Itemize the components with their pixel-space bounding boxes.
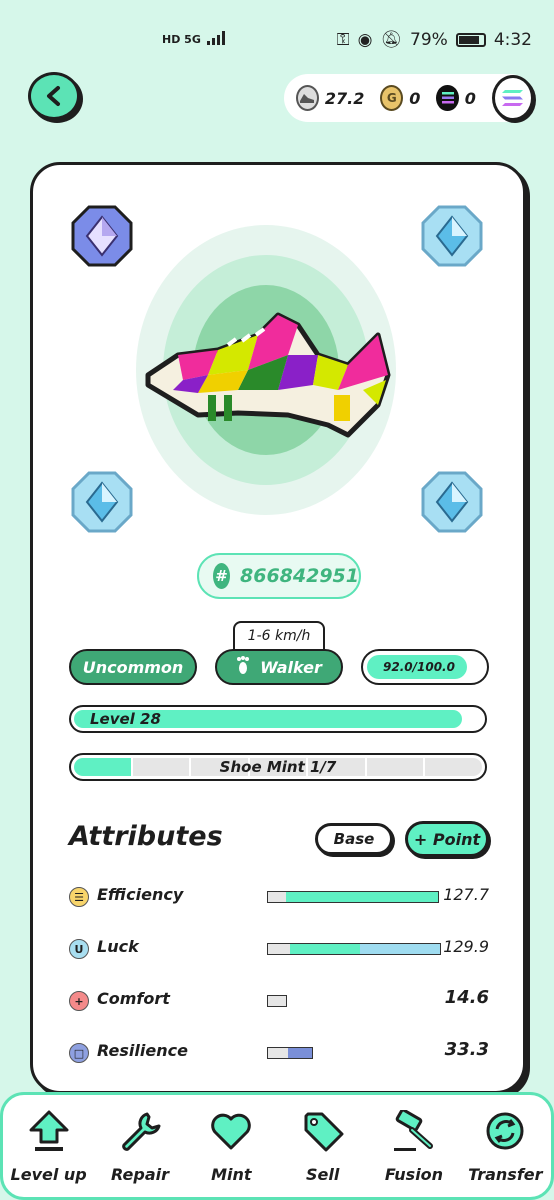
sneaker-id-badge: # 866842951 xyxy=(197,553,361,599)
network-label: HD 5G xyxy=(162,33,201,46)
level-up-button[interactable]: Level up xyxy=(9,1109,89,1184)
shoe-coin-icon xyxy=(296,85,319,111)
base-button[interactable]: Base xyxy=(315,823,393,855)
hammer-icon xyxy=(392,1109,436,1153)
repair-label: Repair xyxy=(110,1165,169,1184)
fusion-button[interactable]: Fusion xyxy=(374,1109,454,1184)
attribute-name: Efficiency xyxy=(97,885,184,904)
attribute-name: Resilience xyxy=(97,1041,188,1060)
durability-value: 92.0/100.0 xyxy=(383,660,455,674)
footprint-icon xyxy=(236,656,250,678)
sell-label: Sell xyxy=(305,1165,340,1184)
rarity-label: Uncommon xyxy=(82,657,184,677)
sneaker-card: # 866842951 1-6 km/h Uncommon Walker 92.… xyxy=(30,162,526,1094)
transfer-label: Transfer xyxy=(468,1165,543,1184)
repair-button[interactable]: Repair xyxy=(100,1109,180,1184)
attribute-comfort: + Comfort 14.6 xyxy=(69,985,489,1015)
transfer-icon xyxy=(483,1109,527,1153)
signal-icon xyxy=(206,31,229,48)
luck-bar xyxy=(267,943,441,955)
speed-range: 1-6 km/h xyxy=(233,621,325,649)
mint-label: Shoe Mint 1/7 xyxy=(219,758,337,776)
mint-button[interactable]: Mint xyxy=(191,1109,271,1184)
attribute-luck: U Luck 129.9 xyxy=(69,933,489,963)
level-up-label: Level up xyxy=(10,1165,87,1184)
resilience-gem-segment xyxy=(288,1048,312,1058)
hash-icon: # xyxy=(213,563,231,589)
attribute-efficiency: ☰ Efficiency 127.7 xyxy=(69,881,489,911)
attribute-value: 129.9 xyxy=(443,937,489,956)
attribute-value: 127.7 xyxy=(443,885,489,904)
attribute-value: 14.6 xyxy=(444,987,489,1008)
eye-icon: ◉ xyxy=(357,30,373,50)
gst-coin-value: 0 xyxy=(409,88,421,108)
durability-fill: 92.0/100.0 xyxy=(367,655,467,679)
luck-point-segment xyxy=(290,944,360,954)
chevron-left-icon xyxy=(47,86,60,106)
wallet-balances[interactable]: 27.2 G 0 0 xyxy=(284,74,535,122)
level-label: Level 28 xyxy=(90,710,161,728)
mint-label: Mint xyxy=(211,1165,252,1184)
sneaker-id: 866842951 xyxy=(240,565,359,587)
fusion-label: Fusion xyxy=(384,1165,444,1184)
solana-coin-icon xyxy=(436,85,459,111)
luck-gem-segment xyxy=(360,944,440,954)
shoe-coin-value: 27.2 xyxy=(324,88,365,108)
mint-segments: Shoe Mint 1/7 xyxy=(74,758,482,776)
efficiency-icon: ☰ xyxy=(69,887,89,907)
solana-coin-value: 0 xyxy=(464,88,476,108)
back-button[interactable] xyxy=(28,72,80,120)
type-label: Walker xyxy=(260,657,322,677)
attribute-name: Comfort xyxy=(97,989,170,1008)
transfer-button[interactable]: Transfer xyxy=(465,1109,545,1184)
resilience-icon: □ xyxy=(69,1043,89,1063)
gem-socket-top-right[interactable] xyxy=(421,205,483,267)
luck-base-segment xyxy=(268,944,290,954)
shoe-mint-bar: Shoe Mint 1/7 xyxy=(69,753,487,781)
efficiency-point-segment xyxy=(286,892,438,902)
efficiency-bar xyxy=(267,891,439,903)
attribute-name: Luck xyxy=(97,937,139,956)
comfort-base-segment xyxy=(268,996,286,1006)
comfort-bar xyxy=(267,995,287,1007)
attributes-title: Attributes xyxy=(69,821,223,852)
level-bar: Level 28 xyxy=(69,705,487,733)
clock: 4:32 xyxy=(493,30,532,50)
gem-socket-bottom-left[interactable] xyxy=(71,471,133,533)
level-fill: Level 28 xyxy=(74,710,462,728)
luck-icon: U xyxy=(69,939,89,959)
key-icon: ⚿ xyxy=(336,30,350,50)
add-point-button[interactable]: + Point xyxy=(405,821,489,857)
sneaker-image xyxy=(145,312,391,438)
blue-gem-icon xyxy=(71,471,133,533)
efficiency-base-segment xyxy=(268,892,286,902)
tag-icon xyxy=(301,1109,345,1153)
sell-button[interactable]: Sell xyxy=(283,1109,363,1184)
network-indicator: HD 5G xyxy=(162,31,229,48)
gem-socket-top-left[interactable] xyxy=(71,205,133,267)
chain-switch-button[interactable] xyxy=(491,75,535,121)
bell-off-icon: 🔕︎ xyxy=(380,30,403,50)
level-up-icon xyxy=(27,1109,71,1153)
type-badge: Walker xyxy=(215,649,343,685)
gem-socket-bottom-right[interactable] xyxy=(421,471,483,533)
gst-coin-icon: G xyxy=(380,85,404,111)
heart-icon xyxy=(209,1109,253,1153)
comfort-icon: + xyxy=(69,991,89,1011)
purple-gem-icon xyxy=(71,205,133,267)
blue-gem-icon xyxy=(421,471,483,533)
rarity-badge: Uncommon xyxy=(69,649,197,685)
resilience-base-segment xyxy=(268,1048,288,1058)
solana-icon xyxy=(501,90,523,106)
attribute-value: 33.3 xyxy=(444,1039,489,1060)
battery-percent: 79% xyxy=(410,30,448,50)
attribute-resilience: □ Resilience 33.3 xyxy=(69,1037,489,1067)
resilience-bar xyxy=(267,1047,313,1059)
status-bar: HD 5G ⚿ ◉ 🔕︎ 79% 4:32 xyxy=(0,0,554,82)
wrench-icon xyxy=(118,1109,162,1153)
bottom-action-bar: Level up Repair Mint Sell Fusion Transfe… xyxy=(0,1092,554,1200)
durability-bar: 92.0/100.0 xyxy=(361,649,489,685)
battery-icon xyxy=(455,33,486,47)
blue-gem-icon xyxy=(421,205,483,267)
